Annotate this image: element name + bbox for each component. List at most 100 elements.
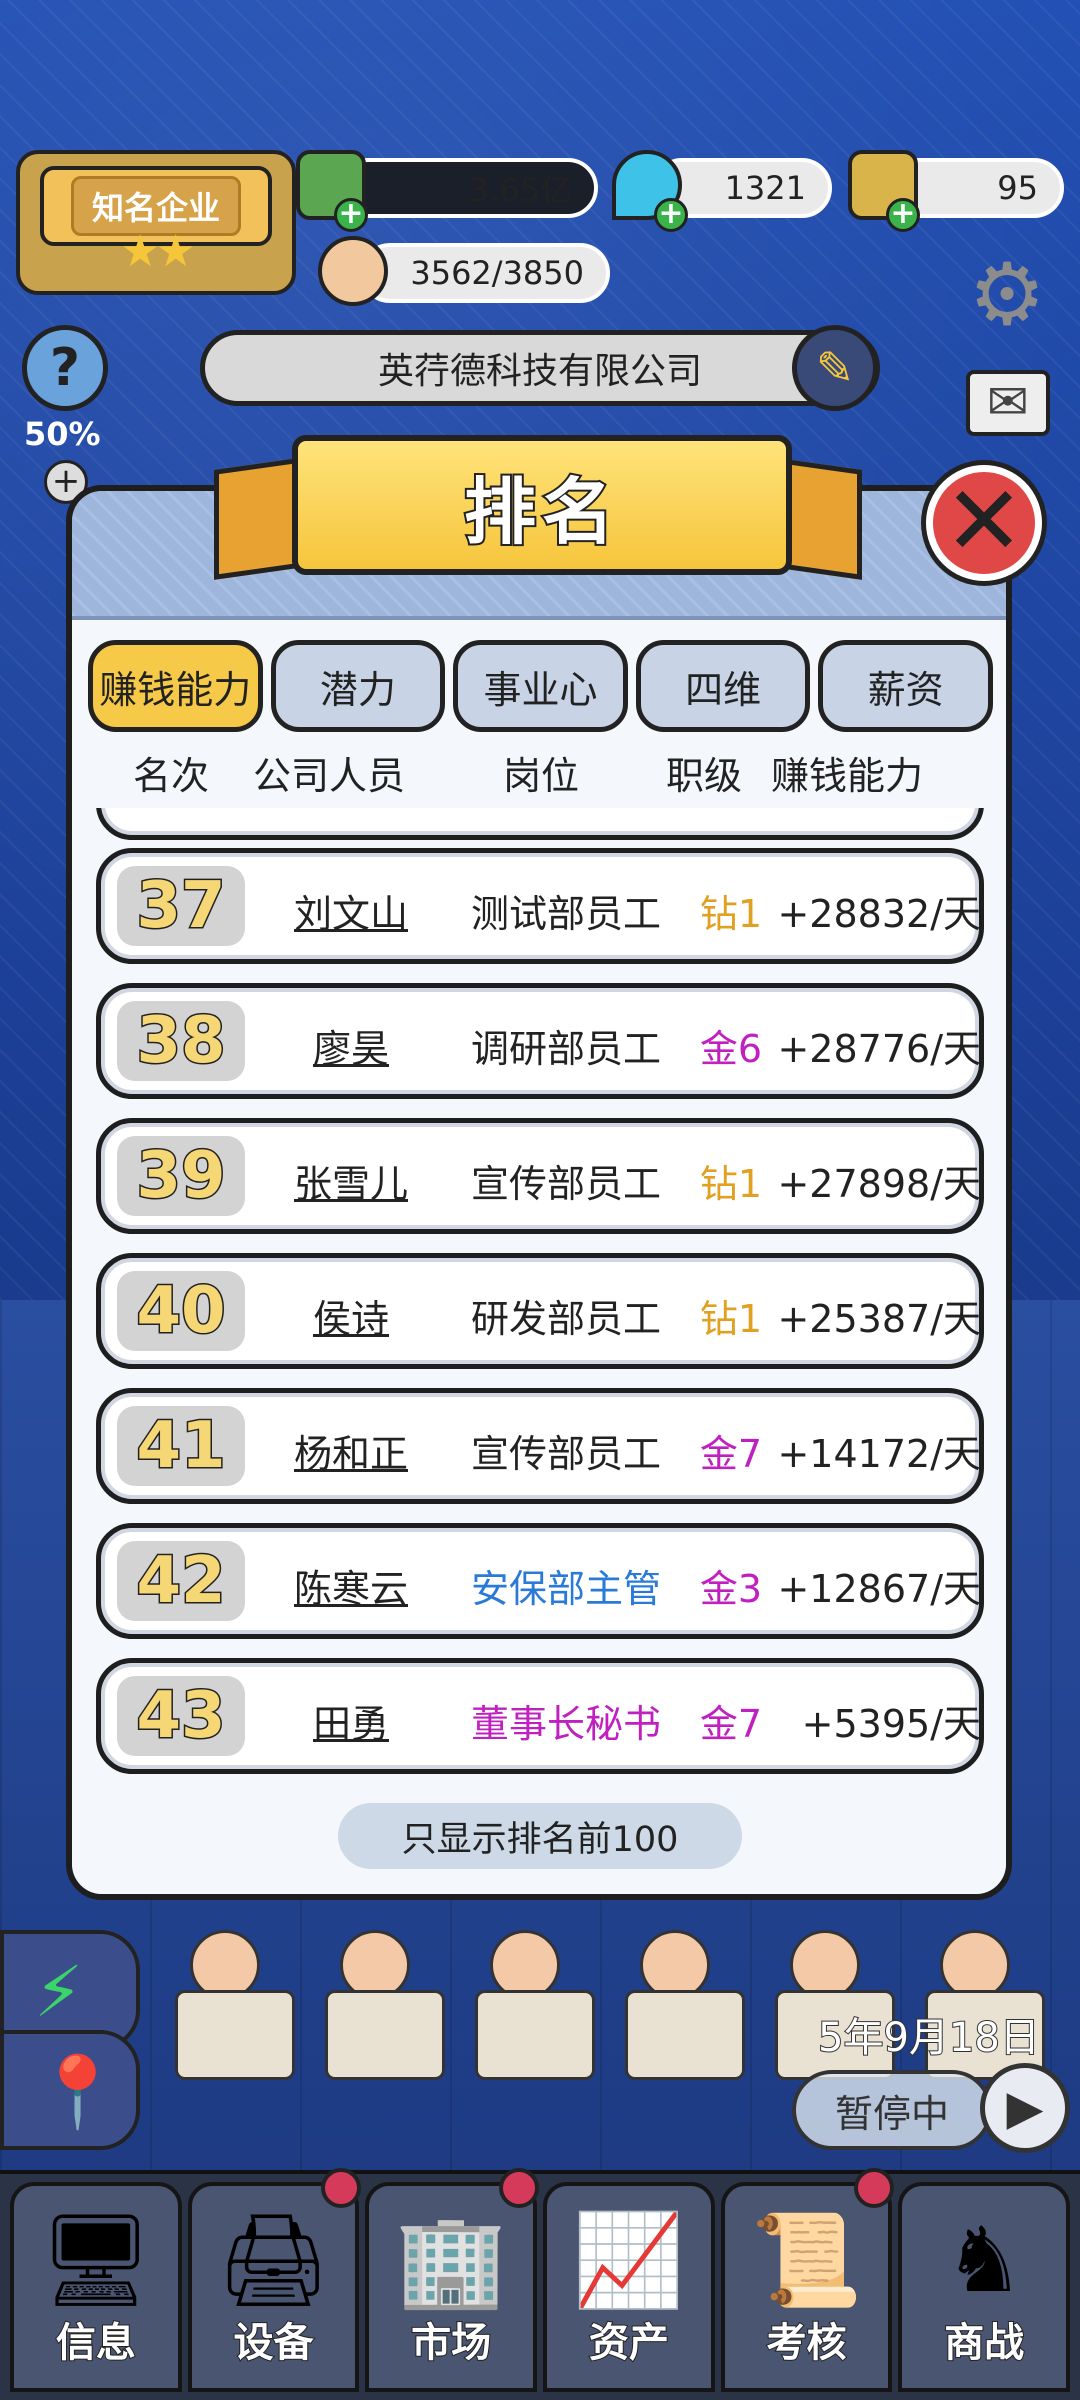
staff-name-link[interactable]: 廖昊 — [261, 1018, 441, 1073]
game-date: 5年9月18日 — [817, 2014, 1041, 2062]
company-name: 英荇德科技有限公司 — [377, 351, 702, 392]
money-value: 3.65亿 — [468, 171, 572, 209]
employee-desk[interactable] — [175, 1990, 295, 2080]
staff-earning: +28832/天 — [777, 892, 981, 936]
rank-number: 37 — [117, 866, 245, 946]
nav-info[interactable]: 🖥 信息 — [10, 2182, 182, 2392]
table-row[interactable]: 42 陈寒云 安保部主管 金3 +12867/天 — [96, 1523, 984, 1639]
chess-icon: ♞ — [943, 2208, 1025, 2313]
col-rank: 名次 — [133, 754, 210, 798]
close-button[interactable]: ✕ — [926, 465, 1042, 581]
diamond-value: 1321 — [724, 169, 806, 207]
staff-position: 安保部主管 — [470, 1567, 661, 1611]
nav-label: 资产 — [588, 2319, 670, 2367]
employee-desk[interactable] — [325, 1990, 445, 2080]
nav-label: 市场 — [410, 2319, 492, 2367]
notification-dot — [854, 2168, 895, 2208]
thumbs-up-icon — [318, 236, 388, 306]
staff-position: 调研部员工 — [470, 1027, 661, 1071]
rank-number: 40 — [117, 1271, 245, 1351]
col-staff: 公司人员 — [253, 754, 406, 798]
staff-earning: +14172/天 — [777, 1432, 981, 1476]
staff-position: 宣传部员工 — [470, 1432, 661, 1476]
help-percent: 50% — [24, 415, 101, 453]
employee-desk[interactable] — [475, 1990, 595, 2080]
staff-position: 董事长秘书 — [470, 1702, 661, 1746]
nav-label: 商战 — [943, 2319, 1025, 2367]
notification-dot — [499, 2168, 540, 2208]
nav-label: 信息 — [55, 2319, 137, 2367]
table-row[interactable]: 39 张雪儿 宣传部员工 钻1 +27898/天 — [96, 1118, 984, 1234]
add-diamond-button[interactable]: + — [654, 198, 688, 232]
city-icon: 🏢 — [395, 2208, 508, 2313]
staff-earning: +12867/天 — [777, 1567, 981, 1611]
map-button[interactable]: 📍 — [0, 2030, 140, 2150]
rank-number: 38 — [117, 1001, 245, 1081]
likes-display[interactable]: 3562/3850 — [360, 243, 610, 303]
notification-dot — [321, 2168, 362, 2208]
staff-name-link[interactable]: 杨和正 — [261, 1423, 441, 1478]
nav-review[interactable]: 📜 考核 — [720, 2168, 895, 2392]
pause-status[interactable]: 暂停中 — [792, 2070, 992, 2150]
table-row[interactable]: 41 杨和正 宣传部员工 金7 +14172/天 — [96, 1388, 984, 1504]
col-earning: 赚钱能力 — [771, 754, 924, 798]
staff-name-link[interactable]: 刘文山 — [261, 883, 441, 938]
play-icon[interactable]: ▶ — [980, 2063, 1070, 2153]
tab-earning-ability[interactable]: 赚钱能力 — [88, 640, 263, 732]
nav-assets[interactable]: 📈 资产 — [543, 2182, 715, 2392]
table-row[interactable]: 37 刘文山 测试部员工 钻1 +28832/天 — [96, 848, 984, 964]
table-row[interactable]: 43 田勇 董事长秘书 金7 +5395/天 — [96, 1658, 984, 1774]
staff-position: 测试部员工 — [470, 892, 661, 936]
rank-number: 43 — [117, 1676, 245, 1756]
company-level-badge[interactable]: 知名企业 ★★ — [16, 150, 296, 295]
gear-icon[interactable]: ⚙ — [962, 250, 1052, 340]
chart-up-icon: 📈 — [572, 2208, 685, 2313]
monitor-icon: 🖥 — [38, 2208, 153, 2313]
mail-icon[interactable]: ✉ — [966, 370, 1050, 436]
staff-earning: +28776/天 — [777, 1027, 981, 1071]
table-row[interactable] — [96, 808, 984, 840]
table-row[interactable]: 40 侯诗 研发部员工 钻1 +25387/天 — [96, 1253, 984, 1369]
printer-icon: 🖨 — [216, 2208, 331, 2313]
money-display[interactable]: 3.65亿 — [338, 158, 598, 218]
table-row[interactable]: 38 廖昊 调研部员工 金6 +28776/天 — [96, 983, 984, 1099]
document-icon: 📜 — [750, 2208, 863, 2313]
rank-number: 42 — [117, 1541, 245, 1621]
help-icon[interactable]: ? — [22, 325, 108, 411]
star-icons: ★★ — [120, 226, 196, 277]
likes-value: 3562/3850 — [410, 254, 584, 292]
add-ticket-button[interactable]: + — [886, 198, 920, 232]
edit-pencil-icon[interactable]: ✎ — [792, 325, 878, 411]
company-name-bar[interactable]: 英荇德科技有限公司 — [200, 330, 880, 406]
col-grade: 职级 — [666, 754, 743, 798]
tab-potential[interactable]: 潜力 — [270, 640, 446, 732]
staff-position: 宣传部员工 — [470, 1162, 661, 1206]
modal-title: 排名 — [462, 468, 620, 556]
nav-business-war[interactable]: ♞ 商战 — [898, 2182, 1071, 2392]
nav-label: 设备 — [233, 2319, 315, 2367]
column-header: 名次 公司人员 岗位 职级 赚钱能力 — [88, 745, 993, 801]
rank-number: 39 — [117, 1136, 245, 1216]
ranking-list[interactable]: 37 刘文山 测试部员工 钻1 +28832/天 38 廖昊 调研部员工 金6 … — [74, 808, 1006, 1798]
col-position: 岗位 — [503, 754, 580, 798]
staff-position: 研发部员工 — [470, 1297, 661, 1341]
staff-earning: +25387/天 — [777, 1297, 981, 1341]
ranking-tabs: 赚钱能力 潜力 事业心 四维 薪资 — [88, 640, 993, 732]
add-money-button[interactable]: + — [334, 198, 368, 232]
bottom-navigation: 🖥 信息 🖨 设备 🏢 市场 📈 资产 📜 考核 ♞ 商战 — [0, 2168, 1080, 2400]
tab-four-stats[interactable]: 四维 — [635, 640, 811, 732]
employee-desk[interactable] — [625, 1990, 745, 2080]
lightning-icon: ⚡ — [34, 1951, 84, 2033]
staff-name-link[interactable]: 田勇 — [261, 1693, 441, 1748]
rank-number: 41 — [117, 1406, 245, 1486]
tab-salary[interactable]: 薪资 — [818, 640, 993, 732]
staff-name-link[interactable]: 张雪儿 — [261, 1153, 441, 1208]
ticket-value: 95 — [997, 169, 1038, 207]
staff-name-link[interactable]: 陈寒云 — [261, 1558, 441, 1613]
title-ribbon: 排名 — [292, 435, 792, 575]
nav-equipment[interactable]: 🖨 设备 — [187, 2168, 362, 2392]
nav-label: 考核 — [766, 2319, 848, 2367]
tab-ambition[interactable]: 事业心 — [453, 640, 628, 732]
staff-name-link[interactable]: 侯诗 — [261, 1288, 441, 1343]
nav-market[interactable]: 🏢 市场 — [365, 2168, 540, 2392]
